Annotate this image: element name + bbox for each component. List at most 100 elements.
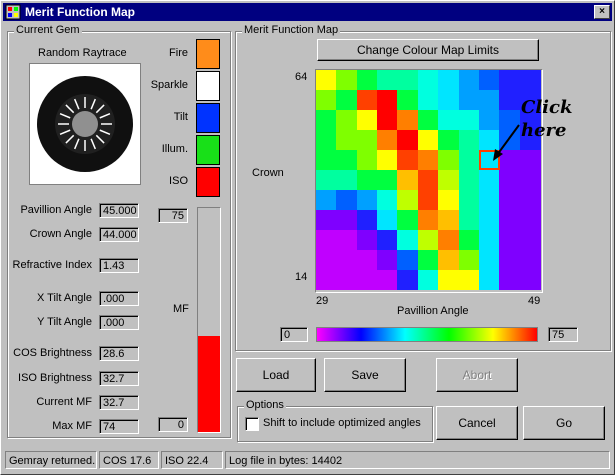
heatmap-cell[interactable] (336, 150, 358, 170)
heatmap-cell[interactable] (397, 90, 419, 110)
heatmap-cell[interactable] (377, 110, 399, 130)
heatmap-cell[interactable] (397, 110, 419, 130)
heatmap-cell[interactable] (458, 70, 480, 90)
heatmap-cell[interactable] (356, 70, 378, 90)
heatmap-cell[interactable] (316, 90, 337, 110)
heatmap-cell[interactable] (478, 250, 500, 270)
heatmap-cell[interactable] (458, 270, 480, 290)
heatmap-cell[interactable] (519, 170, 541, 190)
heatmap-cell[interactable] (397, 190, 419, 210)
heatmap-cell[interactable] (438, 270, 460, 290)
title-bar[interactable]: Merit Function Map × (3, 3, 612, 21)
heatmap-cell[interactable] (377, 270, 399, 290)
heatmap-cell[interactable] (458, 110, 480, 130)
heatmap-cell[interactable] (316, 110, 337, 130)
heatmap-cell[interactable] (438, 210, 460, 230)
heatmap-cell[interactable] (499, 210, 521, 230)
heatmap-cell[interactable] (458, 150, 480, 170)
heatmap-cell[interactable] (356, 230, 378, 250)
heatmap-cell[interactable] (478, 270, 500, 290)
heatmap-cell[interactable] (356, 170, 378, 190)
heatmap-cell[interactable] (499, 250, 521, 270)
heatmap-cell[interactable] (377, 70, 399, 90)
shift-optimized-label[interactable]: Shift to include optimized angles (263, 417, 421, 429)
heatmap-cell[interactable] (478, 190, 500, 210)
go-button[interactable]: Go (523, 406, 605, 440)
heatmap-cell[interactable] (397, 270, 419, 290)
heatmap-cell[interactable] (336, 70, 358, 90)
heatmap-cell[interactable] (417, 210, 439, 230)
heatmap-cell[interactable] (478, 230, 500, 250)
heatmap-cell[interactable] (478, 70, 500, 90)
heatmap-cell[interactable] (458, 230, 480, 250)
heatmap-cell[interactable] (478, 210, 500, 230)
heatmap-cell[interactable] (336, 230, 358, 250)
heatmap-cell[interactable] (417, 250, 439, 270)
heatmap-cell[interactable] (417, 70, 439, 90)
heatmap-cell[interactable] (336, 250, 358, 270)
heatmap-cell[interactable] (397, 250, 419, 270)
heatmap-cell[interactable] (356, 110, 378, 130)
heatmap-cell[interactable] (397, 230, 419, 250)
heatmap-cell[interactable] (438, 190, 460, 210)
heatmap-cell[interactable] (336, 130, 358, 150)
heatmap-cell[interactable] (316, 170, 337, 190)
heatmap-cell[interactable] (316, 210, 337, 230)
heatmap-cell[interactable] (397, 150, 419, 170)
heatmap-cell[interactable] (458, 170, 480, 190)
heatmap-cell[interactable] (438, 70, 460, 90)
cancel-button[interactable]: Cancel (436, 406, 518, 440)
heatmap-cell[interactable] (356, 210, 378, 230)
heatmap-cell[interactable] (356, 90, 378, 110)
heatmap-cell[interactable] (519, 190, 541, 210)
close-button[interactable]: × (594, 5, 610, 19)
load-button[interactable]: Load (236, 358, 316, 392)
heatmap-cell[interactable] (356, 130, 378, 150)
heatmap-cell[interactable] (316, 70, 337, 90)
heatmap-cell[interactable] (458, 210, 480, 230)
heatmap-cell[interactable] (438, 230, 460, 250)
heatmap-cell[interactable] (438, 90, 460, 110)
heatmap-cell[interactable] (438, 170, 460, 190)
heatmap-cell[interactable] (417, 90, 439, 110)
heatmap-cell[interactable] (377, 170, 399, 190)
heatmap-cell[interactable] (519, 250, 541, 270)
heatmap-cell[interactable] (417, 190, 439, 210)
heatmap-cell[interactable] (458, 250, 480, 270)
heatmap-cell[interactable] (519, 210, 541, 230)
heatmap-cell[interactable] (417, 110, 439, 130)
save-button[interactable]: Save (324, 358, 406, 392)
heatmap-cell[interactable] (499, 170, 521, 190)
heatmap-cell[interactable] (499, 270, 521, 290)
heatmap-cell[interactable] (397, 170, 419, 190)
abort-button[interactable]: Abort (436, 358, 518, 392)
heatmap-cell[interactable] (519, 230, 541, 250)
heatmap-cell[interactable] (438, 130, 460, 150)
heatmap-cell[interactable] (397, 70, 419, 90)
heatmap-cell[interactable] (356, 250, 378, 270)
heatmap-cell[interactable] (377, 190, 399, 210)
shift-optimized-checkbox[interactable] (245, 417, 259, 431)
heatmap-cell[interactable] (316, 130, 337, 150)
heatmap-cell[interactable] (316, 190, 337, 210)
heatmap-cell[interactable] (316, 250, 337, 270)
heatmap-cell[interactable] (377, 130, 399, 150)
heatmap-cell[interactable] (499, 230, 521, 250)
heatmap-cell[interactable] (356, 270, 378, 290)
heatmap-cell[interactable] (417, 230, 439, 250)
heatmap-cell[interactable] (438, 150, 460, 170)
heatmap-cell[interactable] (377, 90, 399, 110)
heatmap-cell[interactable] (397, 210, 419, 230)
heatmap-cell[interactable] (417, 130, 439, 150)
heatmap-cell[interactable] (397, 130, 419, 150)
heatmap-cell[interactable] (336, 90, 358, 110)
heatmap-cell[interactable] (336, 210, 358, 230)
heatmap-cell[interactable] (417, 150, 439, 170)
heatmap-cell[interactable] (336, 170, 358, 190)
heatmap-cell[interactable] (377, 250, 399, 270)
heatmap-cell[interactable] (336, 270, 358, 290)
heatmap-cell[interactable] (438, 250, 460, 270)
heatmap-cell[interactable] (417, 270, 439, 290)
heatmap-cell[interactable] (458, 90, 480, 110)
heatmap-cell[interactable] (377, 210, 399, 230)
